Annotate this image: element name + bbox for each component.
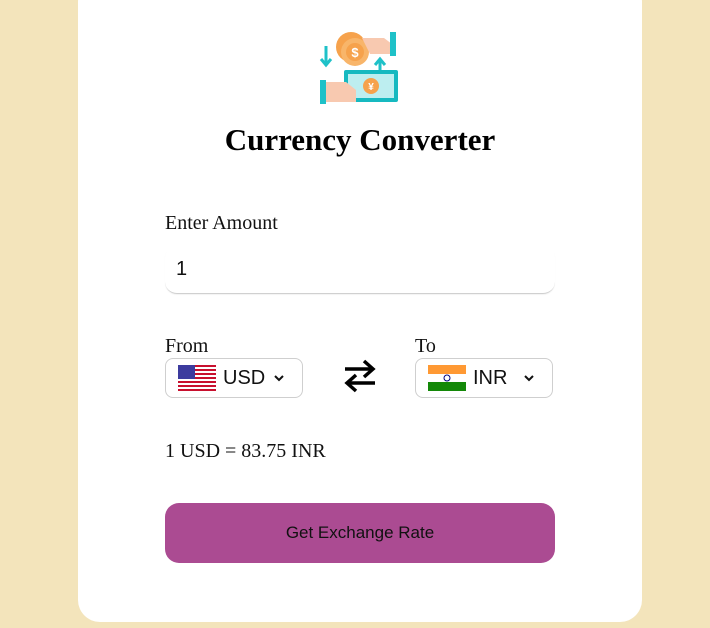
from-currency-select[interactable]: USD — [165, 358, 303, 398]
chevron-down-icon — [524, 375, 534, 382]
to-currency-code: INR — [473, 366, 508, 389]
us-flag-icon — [178, 365, 216, 391]
money-exchange-icon: $ ¥ — [319, 32, 398, 104]
india-flag-icon — [428, 365, 466, 391]
chevron-down-icon — [274, 375, 284, 382]
to-label: To — [415, 335, 436, 357]
exchange-rate-result: 1 USD = 83.75 INR — [165, 440, 326, 462]
amount-label: Enter Amount — [165, 212, 278, 234]
from-label: From — [165, 335, 209, 357]
amount-input[interactable] — [165, 246, 555, 294]
to-currency-select[interactable]: INR — [415, 358, 553, 398]
get-exchange-rate-button[interactable]: Get Exchange Rate — [165, 503, 555, 563]
converter-card: $ ¥ Currency Converter Enter Amount From… — [78, 0, 642, 622]
from-currency-code: USD — [223, 366, 266, 389]
svg-text:$: $ — [351, 45, 359, 60]
app-title: Currency Converter — [224, 122, 496, 157]
swap-arrows-icon[interactable] — [342, 356, 378, 396]
svg-text:¥: ¥ — [368, 82, 374, 93]
